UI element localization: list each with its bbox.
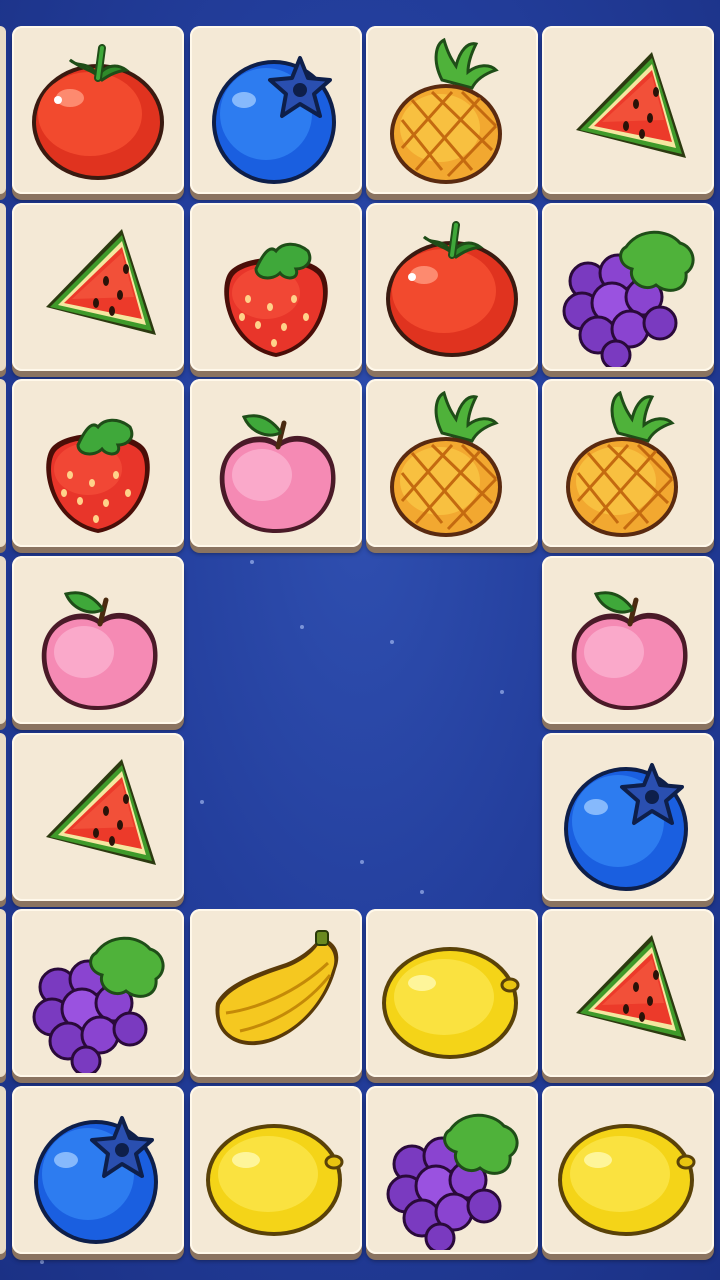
peach-icon (571, 591, 688, 710)
tile-lemon[interactable] (366, 909, 538, 1077)
tile-watermelon[interactable] (12, 203, 184, 371)
tile-pineapple[interactable] (366, 379, 538, 547)
pineapple-icon (566, 390, 678, 537)
tile-blueberry[interactable] (542, 733, 714, 901)
tile-watermelon[interactable] (12, 733, 184, 901)
grapes-icon (32, 936, 165, 1073)
tile-peach[interactable] (542, 556, 714, 724)
game-board (0, 0, 720, 1280)
peach-icon (219, 414, 336, 533)
blueberry-icon (212, 56, 336, 184)
tile-tomato[interactable] (366, 203, 538, 371)
pineapple-icon (390, 390, 502, 537)
tile-blueberry[interactable] (12, 1086, 184, 1254)
tile-lemon[interactable] (190, 1086, 362, 1254)
grapes-icon (386, 1113, 519, 1250)
lemon-icon (382, 947, 520, 1059)
tomato-icon (386, 221, 518, 357)
tile-grapes[interactable] (12, 909, 184, 1077)
peach-icon (41, 591, 158, 710)
offscreen-tile-edge (0, 379, 6, 547)
blueberry-icon (564, 763, 688, 891)
watermelon-icon (576, 935, 686, 1041)
tile-pineapple[interactable] (366, 26, 538, 194)
blueberry-icon (34, 1116, 158, 1244)
tile-strawberry[interactable] (190, 203, 362, 371)
tile-peach[interactable] (190, 379, 362, 547)
lemon-icon (206, 1124, 344, 1236)
strawberry-icon (224, 242, 328, 357)
lemon-icon (558, 1124, 696, 1236)
tomato-icon (32, 44, 164, 180)
tile-banana[interactable] (190, 909, 362, 1077)
offscreen-tile-edge (0, 26, 6, 194)
watermelon-icon (46, 229, 156, 335)
tile-pineapple[interactable] (542, 379, 714, 547)
grapes-icon (562, 230, 695, 367)
banana-icon (215, 930, 339, 1046)
tile-strawberry[interactable] (12, 379, 184, 547)
tile-lemon[interactable] (542, 1086, 714, 1254)
tile-blueberry[interactable] (190, 26, 362, 194)
offscreen-tile-edge (0, 733, 6, 901)
offscreen-tile-edge (0, 556, 6, 724)
offscreen-tile-edge (0, 1086, 6, 1254)
pineapple-icon (390, 37, 502, 184)
watermelon-icon (576, 52, 686, 158)
tile-peach[interactable] (12, 556, 184, 724)
tile-tomato[interactable] (12, 26, 184, 194)
watermelon-icon (46, 759, 156, 865)
offscreen-tile-edge (0, 909, 6, 1077)
tile-watermelon[interactable] (542, 909, 714, 1077)
tile-grapes[interactable] (542, 203, 714, 371)
tile-grapes[interactable] (366, 1086, 538, 1254)
strawberry-icon (46, 418, 150, 533)
offscreen-tile-edge (0, 203, 6, 371)
tile-watermelon[interactable] (542, 26, 714, 194)
